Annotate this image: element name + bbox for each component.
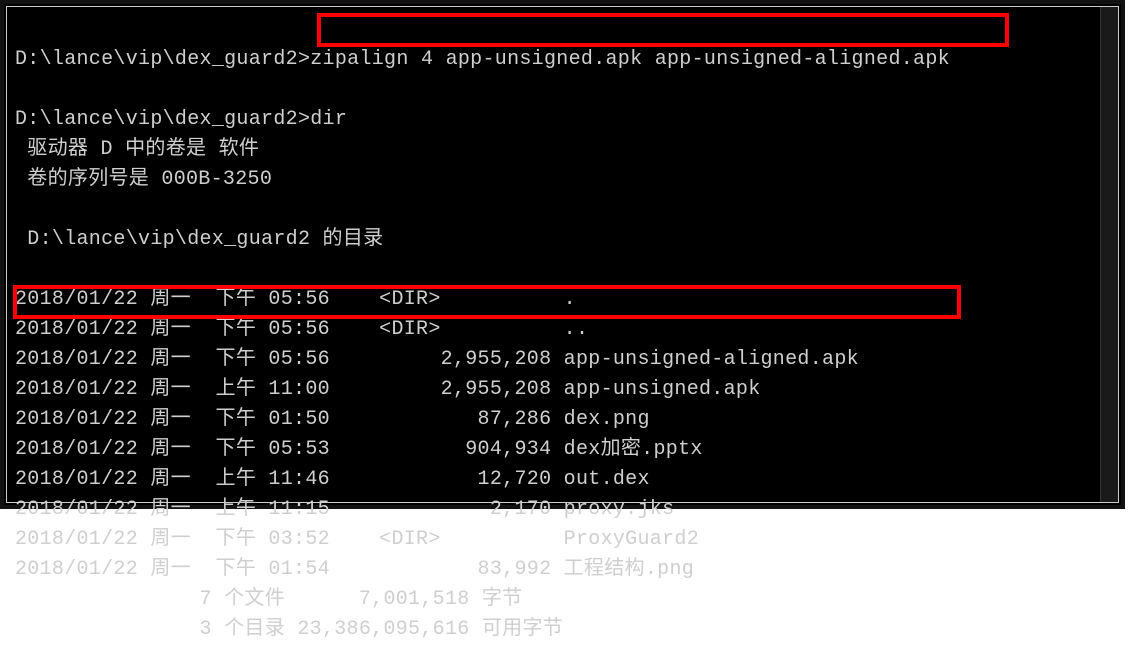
terminal-inner: D:\lance\vip\dex_guard2>zipalign 4 app-u… — [6, 6, 1119, 503]
dir-row: 2018/01/22 周一 下午 01:54 83,992 工程结构.png — [15, 558, 694, 581]
dir-row: 2018/01/22 周一 上午 11:15 2,170 proxy.jks — [15, 498, 674, 521]
volume-label-line: 驱动器 D 中的卷是 软件 — [15, 138, 259, 161]
prompt-path: D:\lance\vip\dex_guard2> — [15, 48, 310, 71]
command-text: dir — [310, 108, 347, 131]
summary-files: 7 个文件 7,001,518 字节 — [15, 588, 522, 611]
directory-of-line: D:\lance\vip\dex_guard2 的目录 — [15, 228, 383, 251]
dir-row: 2018/01/22 周一 下午 05:56 2,955,208 app-uns… — [15, 348, 859, 371]
terminal-window: D:\lance\vip\dex_guard2>zipalign 4 app-u… — [0, 0, 1125, 509]
dir-row: 2018/01/22 周一 上午 11:46 12,720 out.dex — [15, 468, 650, 491]
dir-row: 2018/01/22 周一 下午 01:50 87,286 dex.png — [15, 408, 650, 431]
summary-dirs: 3 个目录 23,386,095,616 可用字节 — [15, 618, 563, 641]
dir-row: 2018/01/22 周一 下午 05:53 904,934 dex加密.ppt… — [15, 438, 703, 461]
dir-row: 2018/01/22 周一 下午 05:56 <DIR> .. — [15, 318, 588, 341]
volume-serial-line: 卷的序列号是 000B-3250 — [15, 168, 272, 191]
dir-row: 2018/01/22 周一 下午 05:56 <DIR> . — [15, 288, 576, 311]
dir-row: 2018/01/22 周一 上午 11:00 2,955,208 app-uns… — [15, 378, 761, 401]
vertical-scrollbar[interactable] — [1100, 7, 1118, 502]
prompt-path: D:\lance\vip\dex_guard2> — [15, 108, 310, 131]
command-text: zipalign 4 app-unsigned.apk app-unsigned… — [310, 48, 950, 71]
terminal-output[interactable]: D:\lance\vip\dex_guard2>zipalign 4 app-u… — [7, 7, 1118, 653]
dir-row: 2018/01/22 周一 下午 03:52 <DIR> ProxyGuard2 — [15, 528, 699, 551]
